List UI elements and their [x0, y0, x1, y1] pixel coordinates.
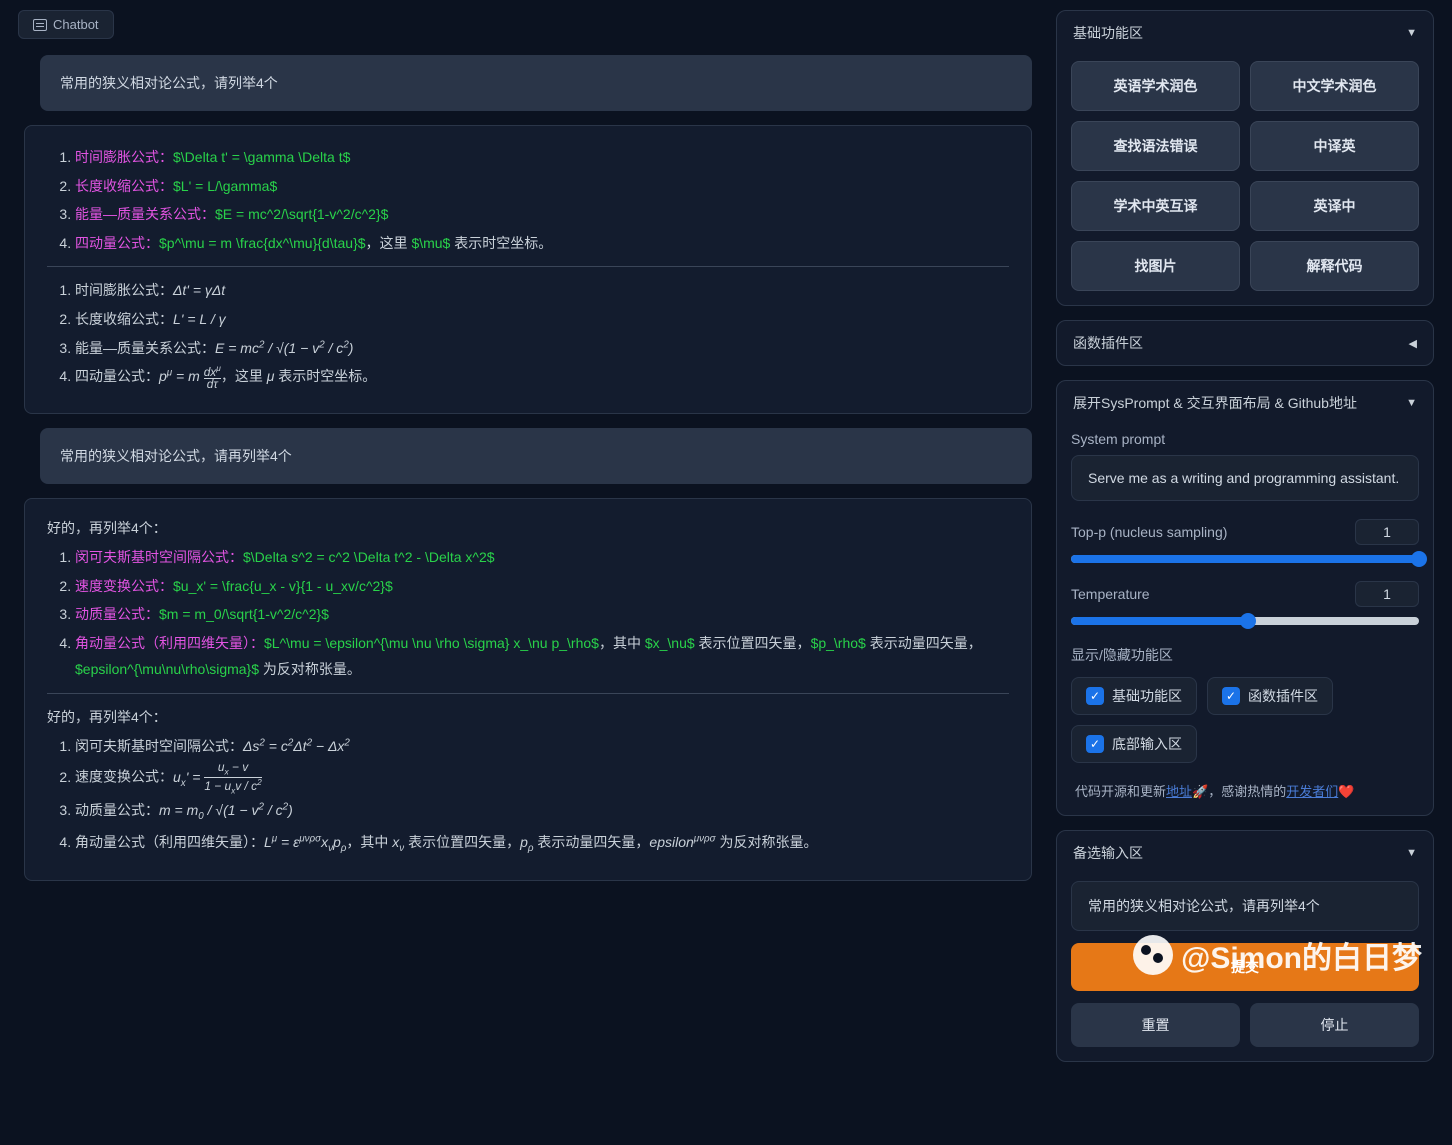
list-item: 速度变换公式：$u_x' = \frac{u_x - v}{1 - u_xv/c…: [75, 573, 1009, 600]
user-message: 常用的狭义相对论公式，请列举4个: [40, 55, 1032, 111]
function-button[interactable]: 查找语法错误: [1071, 121, 1240, 171]
list-item: 闵可夫斯基时空间隔公式：Δs2 = c2Δt2 − Δx2: [75, 733, 1009, 760]
list-item: 角动量公式（利用四维矢量）：Lμ = εμνρσxνpρ，其中 xν 表示位置四…: [75, 829, 1009, 858]
function-button[interactable]: 找图片: [1071, 241, 1240, 291]
function-button[interactable]: 学术中英互译: [1071, 181, 1240, 231]
credit-text: 代码开源和更新地址🚀，感谢热情的开发者们❤️: [1071, 783, 1419, 801]
topp-value-input[interactable]: 1: [1355, 519, 1419, 545]
temp-value-input[interactable]: 1: [1355, 581, 1419, 607]
function-button[interactable]: 英译中: [1250, 181, 1419, 231]
panel-header-altinput[interactable]: 备选输入区 ▼: [1057, 831, 1433, 875]
list-item: 能量—质量关系公式：E = mc2 / √(1 − v2 / c2): [75, 335, 1009, 362]
list-item: 长度收缩公式：L' = L / γ: [75, 306, 1009, 333]
toggle-chip[interactable]: ✓函数插件区: [1207, 677, 1333, 715]
panel-header-plugin[interactable]: 函数插件区 ◀: [1057, 321, 1433, 365]
toggle-chip[interactable]: ✓基础功能区: [1071, 677, 1197, 715]
panel-title: 展开SysPrompt & 交互界面布局 & Github地址: [1073, 393, 1357, 413]
list-item: 四动量公式：$p^\mu = m \frac{dx^\mu}{d\tau}$，这…: [75, 230, 1009, 257]
bot-message: 好的，再列举4个： 闵可夫斯基时空间隔公式：$\Delta s^2 = c^2 …: [24, 498, 1032, 881]
list-item: 闵可夫斯基时空间隔公式：$\Delta s^2 = c^2 \Delta t^2…: [75, 544, 1009, 571]
chevron-down-icon: ▼: [1406, 27, 1417, 39]
alt-input-field[interactable]: 常用的狭义相对论公式，请再列举4个: [1071, 881, 1419, 931]
chevron-down-icon: ▼: [1406, 397, 1417, 409]
list-item: 角动量公式（利用四维矢量）：$L^\mu = \epsilon^{\mu \nu…: [75, 630, 1009, 683]
list-item: 动质量公式：$m = m_0/\sqrt{1-v^2/c^2}$: [75, 601, 1009, 628]
intro-text: 好的，再列举4个：: [47, 515, 1009, 542]
checkbox-icon: ✓: [1086, 687, 1104, 705]
basic-functions-panel: 基础功能区 ▼ 英语学术润色中文学术润色查找语法错误中译英学术中英互译英译中找图…: [1056, 10, 1434, 306]
tab-chatbot[interactable]: Chatbot: [18, 10, 114, 39]
list-item: 时间膨胀公式：$\Delta t' = \gamma \Delta t$: [75, 144, 1009, 171]
stop-button[interactable]: 停止: [1250, 1003, 1419, 1047]
list-item: 速度变换公式：ux' = ux − v1 − uxv / c2: [75, 761, 1009, 795]
function-button[interactable]: 解释代码: [1250, 241, 1419, 291]
panel-header-sysprompt[interactable]: 展开SysPrompt & 交互界面布局 & Github地址 ▼: [1057, 381, 1433, 425]
function-button[interactable]: 中译英: [1250, 121, 1419, 171]
user-message: 常用的狭义相对论公式，请再列举4个: [40, 428, 1032, 484]
function-button[interactable]: 英语学术润色: [1071, 61, 1240, 111]
checkbox-icon: ✓: [1222, 687, 1240, 705]
system-prompt-label: System prompt: [1071, 431, 1419, 447]
devs-link[interactable]: 开发者们: [1286, 784, 1338, 799]
tab-bar: Chatbot: [18, 10, 1038, 39]
repo-link[interactable]: 地址: [1166, 784, 1192, 799]
function-plugin-panel: 函数插件区 ◀: [1056, 320, 1434, 366]
list-item: 能量—质量关系公式：$E = mc^2/\sqrt{1-v^2/c^2}$: [75, 201, 1009, 228]
panel-title: 基础功能区: [1073, 23, 1143, 43]
sidebar: 基础功能区 ▼ 英语学术润色中文学术润色查找语法错误中译英学术中英互译英译中找图…: [1052, 0, 1452, 1145]
function-button[interactable]: 中文学术润色: [1250, 61, 1419, 111]
toggle-section-label: 显示/隐藏功能区: [1071, 645, 1419, 665]
sysprompt-panel: 展开SysPrompt & 交互界面布局 & Github地址 ▼ System…: [1056, 380, 1434, 816]
chevron-down-icon: ▼: [1406, 847, 1417, 859]
system-prompt-input[interactable]: Serve me as a writing and programming as…: [1071, 455, 1419, 501]
chat-icon: [33, 19, 47, 31]
topp-slider[interactable]: [1071, 555, 1419, 563]
list-item: 动质量公式：m = m0 / √(1 − v2 / c2): [75, 797, 1009, 826]
toggle-chip[interactable]: ✓底部输入区: [1071, 725, 1197, 763]
bot-message: 时间膨胀公式：$\Delta t' = \gamma \Delta t$ 长度收…: [24, 125, 1032, 414]
panel-title: 函数插件区: [1073, 333, 1143, 353]
panel-title: 备选输入区: [1073, 843, 1143, 863]
intro-text: 好的，再列举4个：: [47, 704, 1009, 731]
list-item: 长度收缩公式：$L' = L/\gamma$: [75, 173, 1009, 200]
reset-button[interactable]: 重置: [1071, 1003, 1240, 1047]
chat-area: 常用的狭义相对论公式，请列举4个 时间膨胀公式：$\Delta t' = \ga…: [18, 45, 1038, 1135]
tab-label: Chatbot: [53, 17, 99, 32]
chat-column: Chatbot 常用的狭义相对论公式，请列举4个 时间膨胀公式：$\Delta …: [0, 0, 1052, 1145]
list-item: 四动量公式：pμ = m dxμdτ，这里 μ 表示时空坐标。: [75, 363, 1009, 391]
alt-input-panel: 备选输入区 ▼ 常用的狭义相对论公式，请再列举4个 提交 重置 停止: [1056, 830, 1434, 1062]
list-item: 时间膨胀公式：Δt' = γΔt: [75, 277, 1009, 304]
topp-label: Top-p (nucleus sampling): [1071, 524, 1227, 540]
checkbox-icon: ✓: [1086, 735, 1104, 753]
panel-header-basic[interactable]: 基础功能区 ▼: [1057, 11, 1433, 55]
chevron-left-icon: ◀: [1409, 337, 1417, 350]
submit-button[interactable]: 提交: [1071, 943, 1419, 991]
temp-label: Temperature: [1071, 586, 1150, 602]
temp-slider[interactable]: [1071, 617, 1419, 625]
